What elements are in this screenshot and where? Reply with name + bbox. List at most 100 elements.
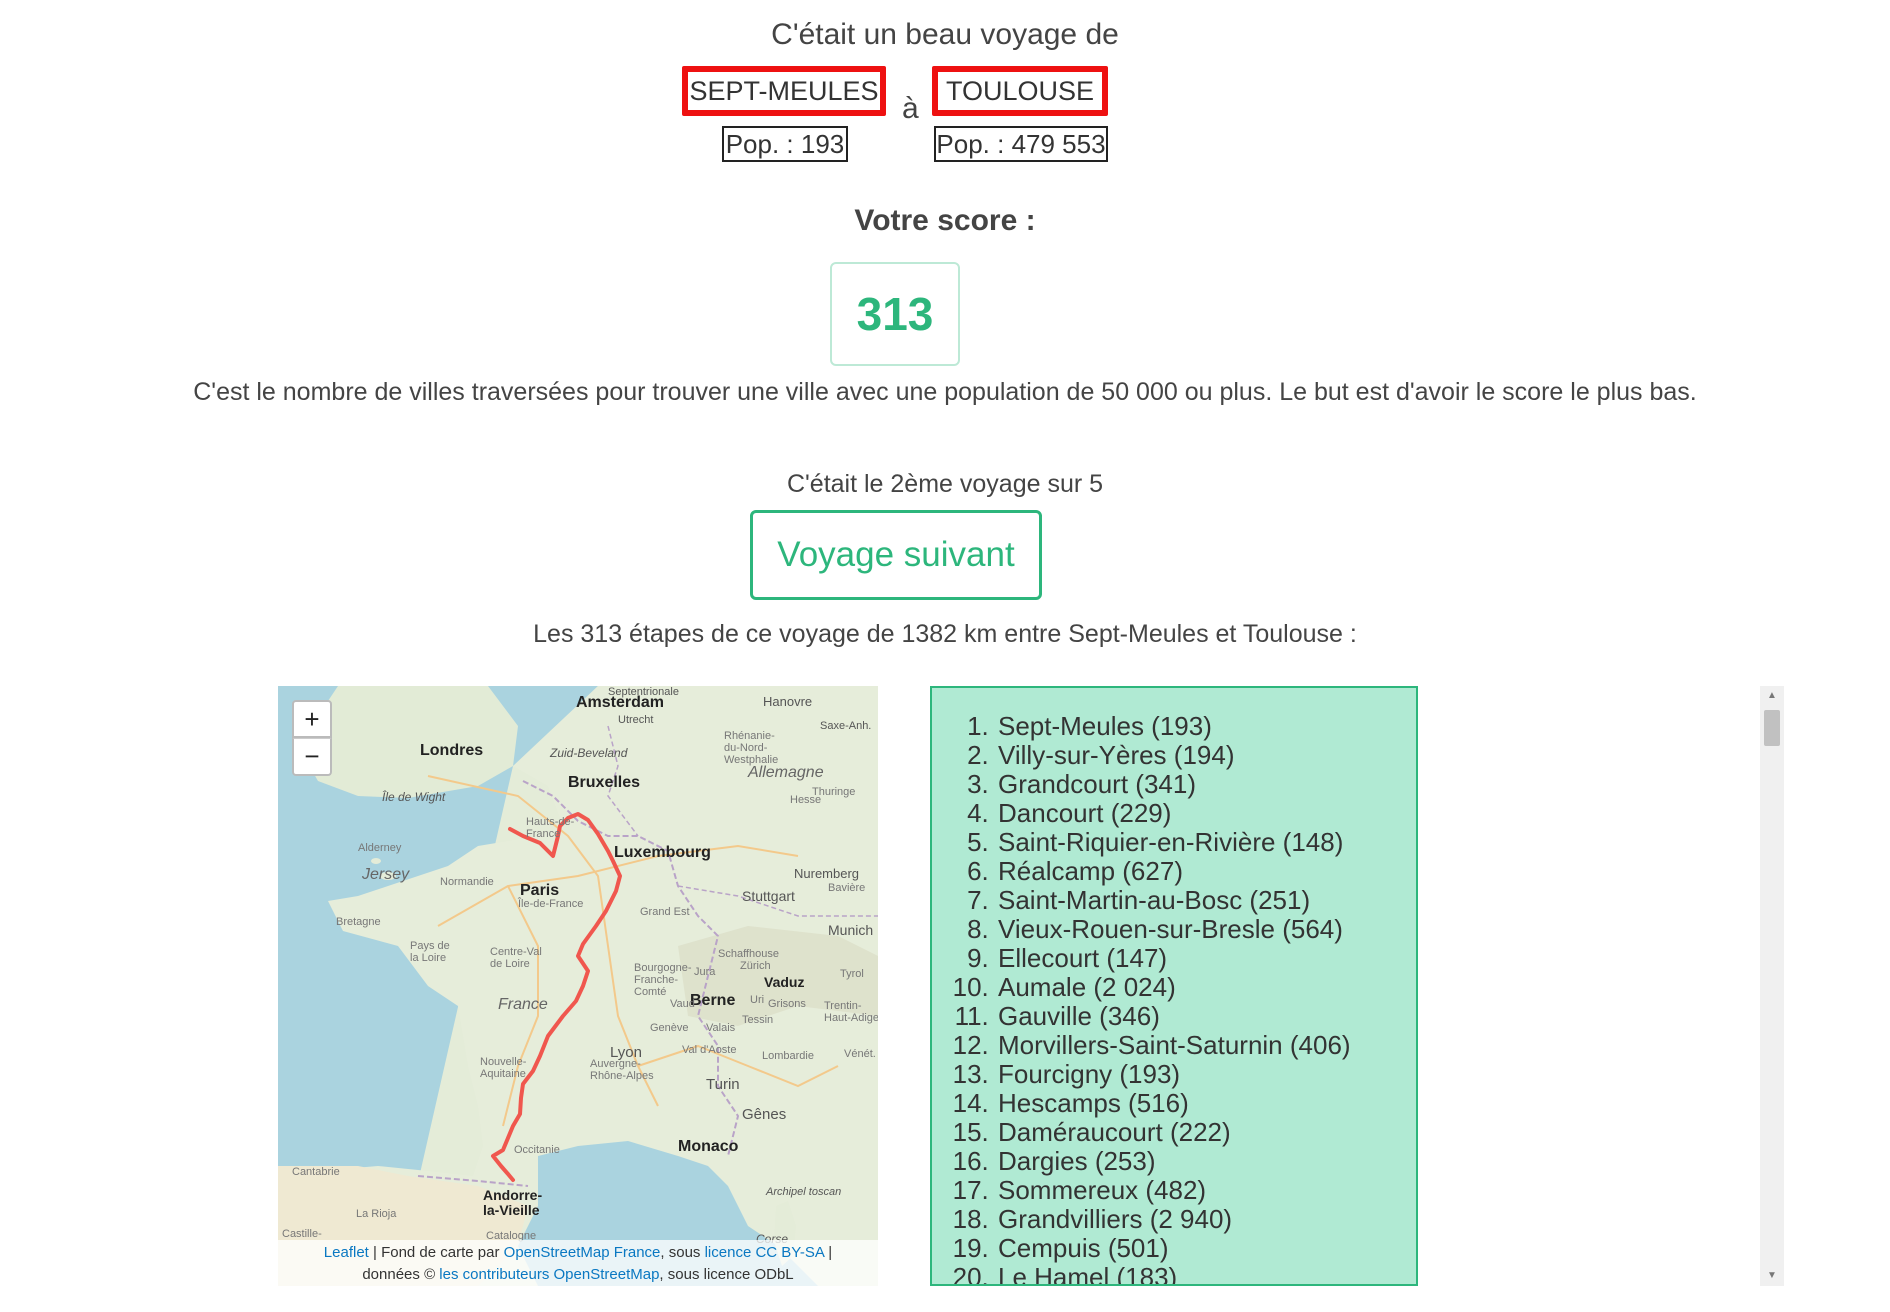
map-label: Hauts-de- France bbox=[526, 816, 575, 840]
map-label: Andorre- la-Vieille bbox=[483, 1187, 543, 1218]
map-label: Bretagne bbox=[336, 916, 381, 928]
map-label: Bavière bbox=[828, 882, 866, 894]
stage-item: Saint-Martin-au-Bosc (251) bbox=[996, 886, 1416, 915]
score-explanation: C'est le nombre de villes traversées pou… bbox=[193, 378, 1697, 406]
stage-item: Saint-Riquier-en-Rivière (148) bbox=[996, 828, 1416, 857]
stage-item: Sommereux (482) bbox=[996, 1176, 1416, 1205]
map-label: Allemagne bbox=[748, 764, 824, 781]
stage-item: Villy-sur-Yères (194) bbox=[996, 741, 1416, 770]
map-label: Occitanie bbox=[514, 1144, 560, 1156]
map-label: Centre-Val de Loire bbox=[490, 946, 542, 970]
map-label: Nouvelle- Aquitaine bbox=[480, 1056, 527, 1080]
map-label: Archipel toscan bbox=[766, 1186, 842, 1198]
map-label: Tyrol bbox=[840, 968, 864, 980]
page-scrollbar[interactable]: ▲ ▼ bbox=[1760, 686, 1784, 1286]
next-trip-button[interactable]: Voyage suivant bbox=[750, 510, 1042, 600]
map-label: Berne bbox=[690, 992, 736, 1009]
map-label: Alderney bbox=[358, 842, 402, 854]
map-label: Londres bbox=[420, 742, 484, 759]
attribution-text: | Fond de carte par bbox=[368, 1244, 504, 1261]
map-label: Utrecht bbox=[618, 714, 654, 726]
origin-city-name: SEPT-MEULES bbox=[682, 66, 886, 116]
map-label: Normandie bbox=[440, 876, 494, 888]
map-label: Genève bbox=[650, 1022, 689, 1034]
map-label: Vaduz bbox=[764, 974, 805, 990]
stage-item: Dargies (253) bbox=[996, 1147, 1416, 1176]
map-label: Hanovre bbox=[763, 694, 813, 709]
map-label: Nuremberg bbox=[794, 866, 860, 881]
stage-ordered-list: Sept-Meules (193)Villy-sur-Yères (194) Gr… bbox=[932, 712, 1416, 1285]
map-label: Cantabrie bbox=[292, 1166, 340, 1178]
map-label: Trentin- Haut-Adige bbox=[824, 1000, 878, 1024]
map-label: Septentrionale bbox=[608, 686, 679, 698]
map-label: Île-de-France bbox=[518, 898, 584, 910]
score-label: Votre score : bbox=[854, 204, 1036, 237]
stage-item: Le Hamel (183) bbox=[996, 1263, 1416, 1285]
zoom-out-button[interactable]: − bbox=[292, 738, 332, 776]
connector-text: à bbox=[902, 92, 919, 125]
map-label: Zürich bbox=[740, 960, 771, 972]
map-label: Uri bbox=[750, 994, 765, 1006]
origin-population: Pop. : 193 bbox=[722, 126, 848, 162]
destination-population: Pop. : 479 553 bbox=[934, 126, 1108, 162]
map-label: Pays de la Loire bbox=[410, 940, 450, 964]
trip-summary: Les 313 étapes de ce voyage de 1382 km e… bbox=[533, 620, 1357, 648]
route-map[interactable]: Allemagne France Jersey Amsterdam Londre… bbox=[278, 686, 878, 1286]
map-label: Stuttgart bbox=[742, 888, 795, 904]
trip-counter: C'était le 2ème voyage sur 5 bbox=[786, 470, 1104, 498]
stage-item: Réalcamp (627) bbox=[996, 857, 1416, 886]
stage-item: Fourcigny (193) bbox=[996, 1060, 1416, 1089]
destination-city-name: TOULOUSE bbox=[932, 66, 1108, 116]
map-label: Jura bbox=[694, 966, 716, 978]
map-label: Schaffhouse bbox=[718, 948, 779, 960]
map-label: Vénét. bbox=[844, 1048, 876, 1060]
stage-item: Gauville (346) bbox=[996, 1002, 1416, 1031]
stage-item: Sept-Meules (193) bbox=[996, 712, 1416, 741]
scroll-thumb[interactable] bbox=[1764, 710, 1780, 746]
map-label: Munich bbox=[828, 922, 874, 938]
stage-item: Morvillers-Saint-Saturnin (406) bbox=[996, 1031, 1416, 1060]
stage-item: Vieux-Rouen-sur-Bresle (564) bbox=[996, 915, 1416, 944]
score-value: 313 bbox=[830, 262, 960, 366]
stage-item: Hescamps (516) bbox=[996, 1089, 1416, 1118]
map-label: Turin bbox=[706, 1076, 740, 1093]
scroll-up-arrow-icon[interactable]: ▲ bbox=[1760, 686, 1784, 706]
map-attribution: Leaflet | Fond de carte par OpenStreetMa… bbox=[278, 1240, 878, 1286]
map-label: Île de Wight bbox=[382, 790, 446, 804]
map-label: Luxembourg bbox=[614, 844, 711, 861]
stage-list[interactable]: Sept-Meules (193)Villy-sur-Yères (194) Gr… bbox=[930, 686, 1418, 1286]
map-label: Gênes bbox=[742, 1106, 787, 1123]
map-label: Vaud bbox=[670, 998, 695, 1010]
zoom-in-button[interactable]: + bbox=[292, 700, 332, 738]
stage-item: Grandvilliers (2 940) bbox=[996, 1205, 1416, 1234]
stage-item: Aumale (2 024) bbox=[996, 973, 1416, 1002]
licence-link[interactable]: licence CC BY-SA bbox=[705, 1244, 825, 1261]
map-label: Grisons bbox=[768, 998, 806, 1010]
map-label: Bourgogne- Franche- Comté bbox=[634, 962, 692, 998]
stage-item: Cempuis (501) bbox=[996, 1234, 1416, 1263]
map-label: Monaco bbox=[678, 1138, 739, 1155]
map-label: Val d'Aoste bbox=[682, 1044, 737, 1056]
map-label: Zuid-Beveland bbox=[550, 746, 628, 760]
stage-item: Dancourt (229) bbox=[996, 799, 1416, 828]
map-label: Grand Est bbox=[640, 906, 690, 918]
map-label: Tessin bbox=[742, 1014, 774, 1026]
attribution-text: données © bbox=[362, 1266, 440, 1283]
map-label: Lombardie bbox=[762, 1050, 814, 1062]
osm-france-link[interactable]: OpenStreetMap France bbox=[504, 1244, 661, 1261]
leaflet-link[interactable]: Leaflet bbox=[324, 1244, 369, 1261]
map-label: Rhénanie- du-Nord- Westphalie bbox=[724, 730, 779, 766]
attribution-text: , sous licence ODbL bbox=[659, 1266, 794, 1283]
attribution-text: , sous bbox=[660, 1244, 705, 1261]
map-label: Saxe-Anh. bbox=[820, 720, 872, 732]
stage-item: Daméraucourt (222) bbox=[996, 1118, 1416, 1147]
map-label: Castille- bbox=[282, 1228, 322, 1240]
scroll-down-arrow-icon[interactable]: ▼ bbox=[1760, 1266, 1784, 1286]
map-label: La Rioja bbox=[356, 1208, 397, 1220]
map-label: Auvergne- Rhône-Alpes bbox=[590, 1058, 654, 1082]
map-label: Jersey bbox=[362, 866, 410, 883]
map-label: Bruxelles bbox=[568, 774, 641, 791]
osm-contributors-link[interactable]: les contributeurs OpenStreetMap bbox=[439, 1266, 659, 1283]
stage-item: Ellecourt (147) bbox=[996, 944, 1416, 973]
map-label: Valais bbox=[706, 1022, 736, 1034]
